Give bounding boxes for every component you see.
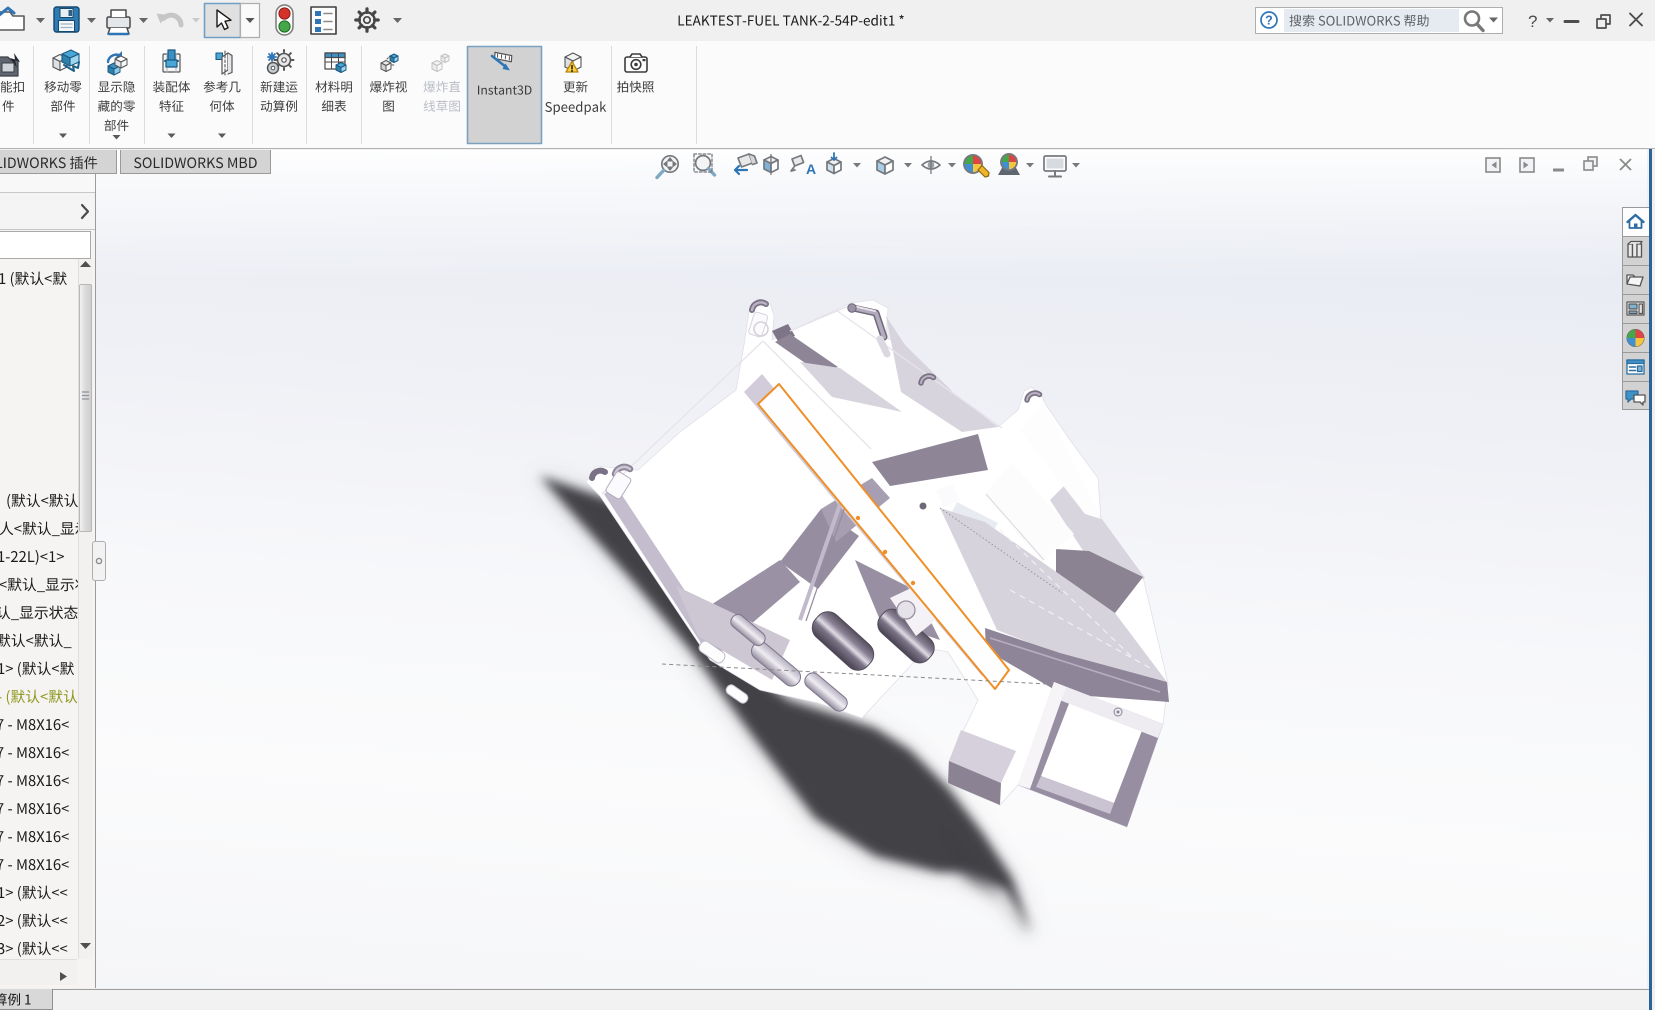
svg-text:?: ? bbox=[1528, 12, 1537, 31]
svg-text:A: A bbox=[806, 161, 816, 177]
svg-text:?: ? bbox=[1265, 14, 1273, 28]
